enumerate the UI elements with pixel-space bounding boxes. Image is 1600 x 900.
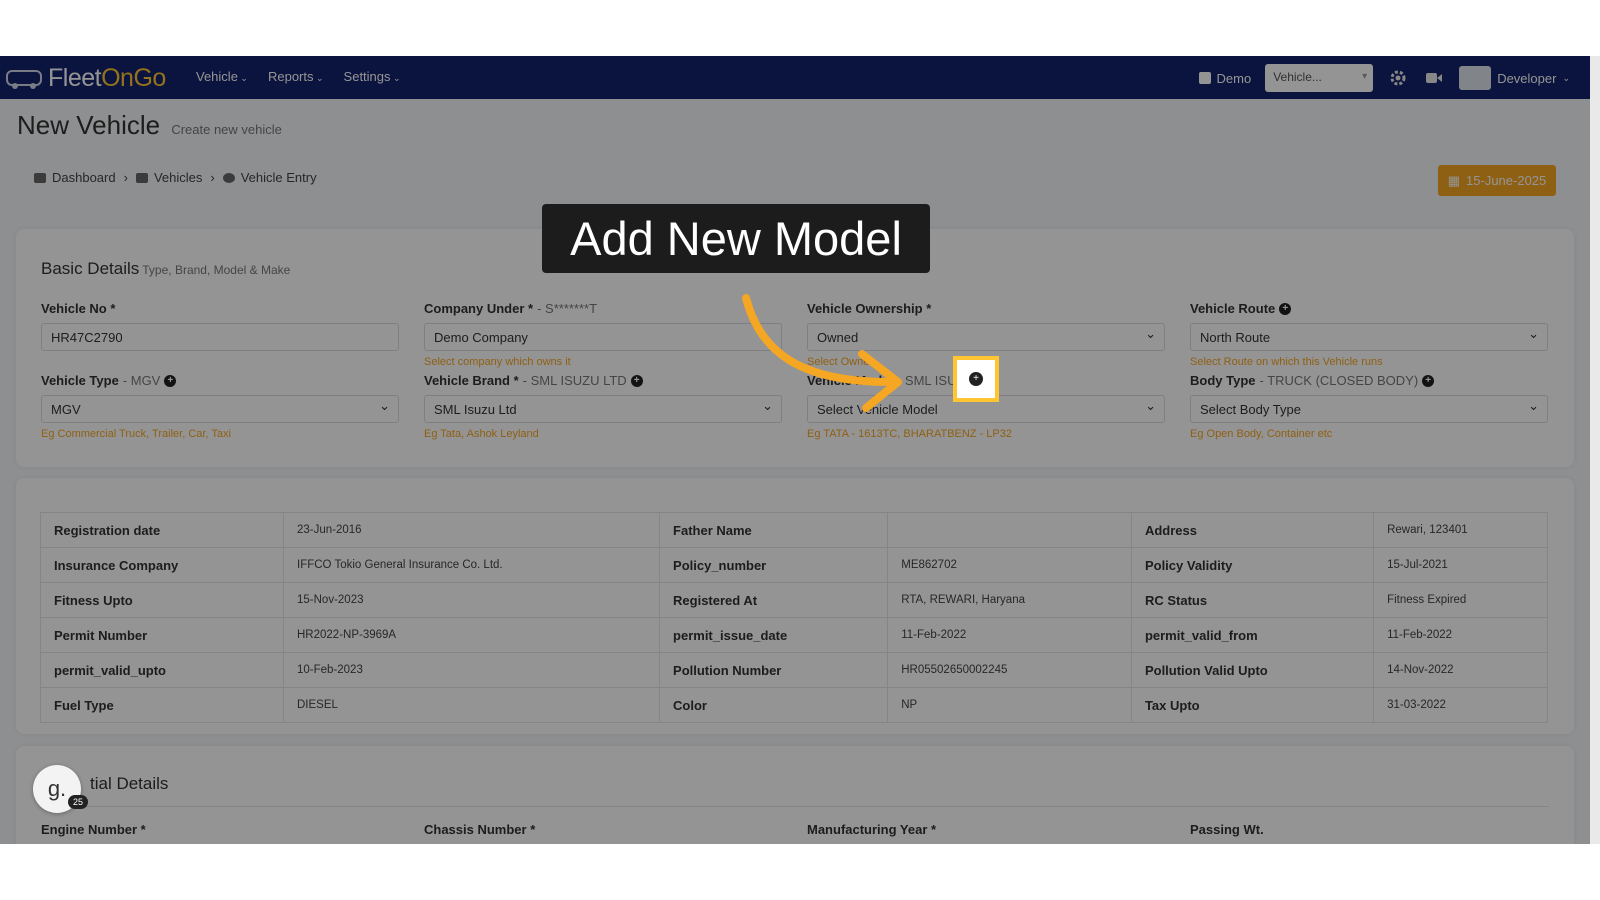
- tour-tooltip: Add New Model: [542, 204, 930, 273]
- tour-overlay: [0, 56, 1590, 844]
- app-viewport: FleetOnGo Vehicle Reports Settings Demo …: [0, 56, 1590, 844]
- add-model-button[interactable]: +: [953, 356, 999, 402]
- plus-circle-icon: +: [969, 372, 983, 386]
- guide-bubble-count: 25: [68, 795, 88, 809]
- vertical-scrollbar[interactable]: [1590, 56, 1600, 844]
